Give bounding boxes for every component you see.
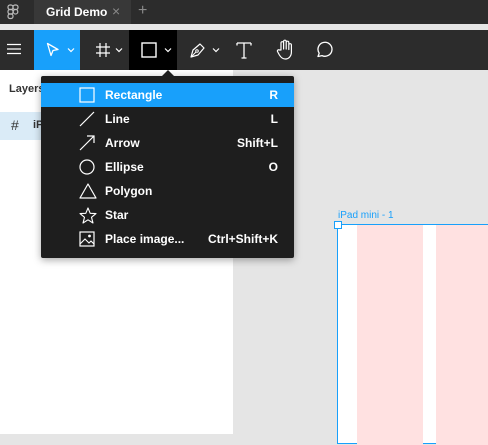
menu-item-ellipse[interactable]: Ellipse O: [41, 155, 294, 179]
tab-grid-demo[interactable]: Grid Demo ×: [34, 0, 131, 24]
frame-tool-button[interactable]: [87, 30, 129, 70]
text-t-icon: [236, 42, 252, 59]
menu-item-arrow[interactable]: Arrow Shift+L: [41, 131, 294, 155]
line-icon: [79, 111, 95, 127]
chevron-down-icon: [67, 48, 75, 53]
menu-item-label: Arrow: [105, 136, 140, 150]
pen-icon: [190, 43, 205, 58]
shape-dropdown-menu: Rectangle R Line L Arrow Shift+L Ellipse…: [41, 70, 294, 258]
grid-column: [357, 225, 423, 445]
layers-label: Layers: [9, 83, 45, 95]
close-tab-icon[interactable]: ×: [112, 3, 120, 19]
image-icon: [79, 231, 95, 247]
hand-icon: [276, 39, 292, 60]
text-tool-button[interactable]: [228, 30, 260, 70]
frame-hash-icon: #: [11, 117, 19, 133]
frame-hash-icon: [96, 43, 110, 57]
chevron-down-icon: [212, 48, 220, 53]
menu-item-shortcut: L: [270, 112, 278, 126]
title-bar: Grid Demo × +: [0, 0, 488, 24]
menu-pointer: [162, 70, 174, 76]
menu-item-shortcut: Ctrl+Shift+K: [207, 232, 278, 246]
arrow-icon: [79, 135, 95, 151]
menu-item-label: Rectangle: [105, 88, 163, 102]
move-tool-button[interactable]: [34, 30, 80, 70]
menu-item-label: Place image...: [105, 232, 185, 246]
star-icon: [79, 207, 97, 224]
main-menu-button[interactable]: [0, 30, 30, 70]
hamburger-menu-icon: [7, 43, 21, 55]
menu-item-polygon[interactable]: Polygon: [41, 179, 294, 203]
menu-item-rectangle[interactable]: Rectangle R: [41, 83, 294, 107]
menu-item-label: Star: [105, 208, 129, 222]
resize-handle[interactable]: [334, 221, 342, 229]
pen-tool-button[interactable]: [183, 30, 223, 70]
chevron-down-icon: [164, 48, 172, 53]
frame-label[interactable]: iPad mini - 1: [338, 210, 394, 221]
figma-logo-icon[interactable]: [6, 4, 20, 20]
hand-tool-button[interactable]: [268, 30, 302, 70]
chevron-down-icon: [115, 48, 123, 53]
comment-bubble-icon: [317, 41, 333, 58]
rectangle-icon: [79, 87, 95, 103]
menu-item-shortcut: O: [268, 160, 278, 174]
ellipse-icon: [79, 159, 95, 175]
tab-title: Grid Demo: [46, 5, 108, 19]
menu-item-shortcut: R: [269, 88, 278, 102]
rectangle-icon: [141, 42, 157, 58]
polygon-icon: [79, 183, 97, 199]
menu-item-line[interactable]: Line L: [41, 107, 294, 131]
comment-tool-button[interactable]: [308, 30, 342, 70]
grid-column: [436, 225, 488, 445]
new-tab-icon[interactable]: +: [138, 2, 147, 20]
menu-item-label: Line: [105, 112, 130, 126]
menu-item-star[interactable]: Star: [41, 203, 294, 227]
menu-item-label: Polygon: [105, 184, 153, 198]
menu-item-shortcut: Shift+L: [237, 136, 278, 150]
cursor-icon: [46, 42, 59, 57]
menu-item-place-image[interactable]: Place image... Ctrl+Shift+K: [41, 227, 294, 251]
menu-item-label: Ellipse: [105, 160, 144, 174]
toolbar: [0, 30, 488, 70]
shape-tool-button[interactable]: [129, 30, 177, 70]
ipad-frame[interactable]: [334, 221, 488, 445]
